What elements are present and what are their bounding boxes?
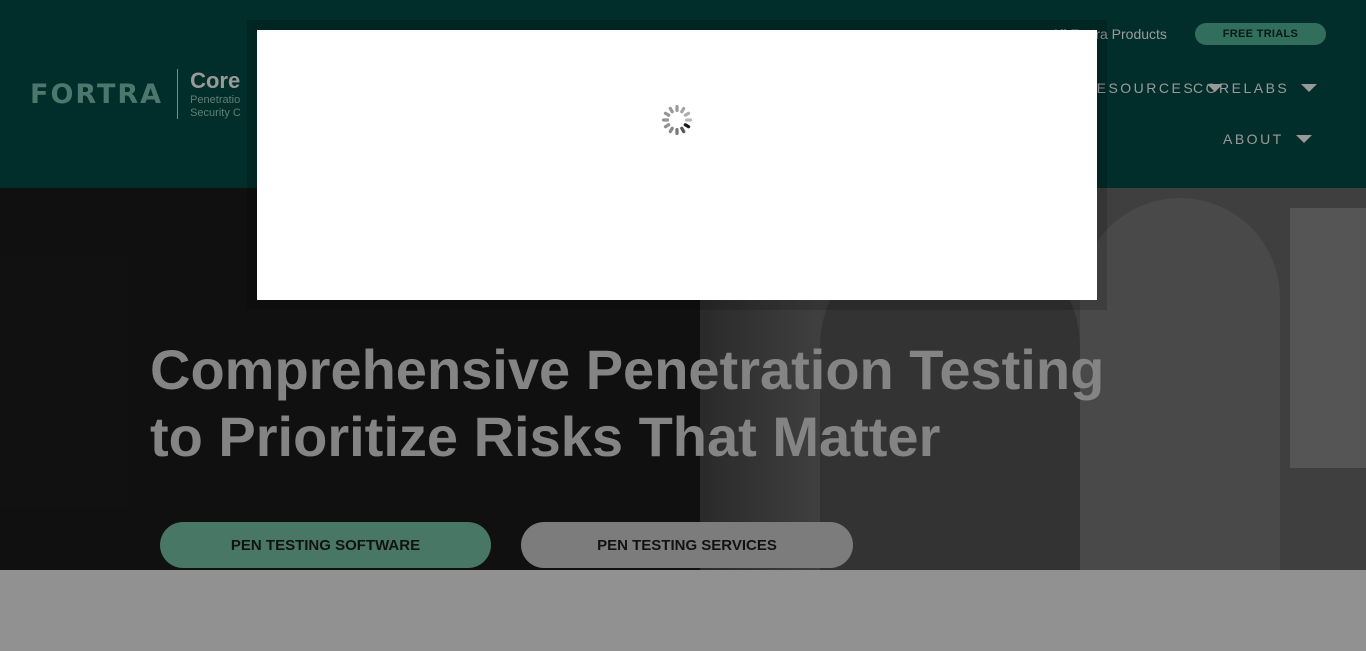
loading-modal: [257, 30, 1097, 300]
loading-spinner-icon: [662, 105, 692, 135]
